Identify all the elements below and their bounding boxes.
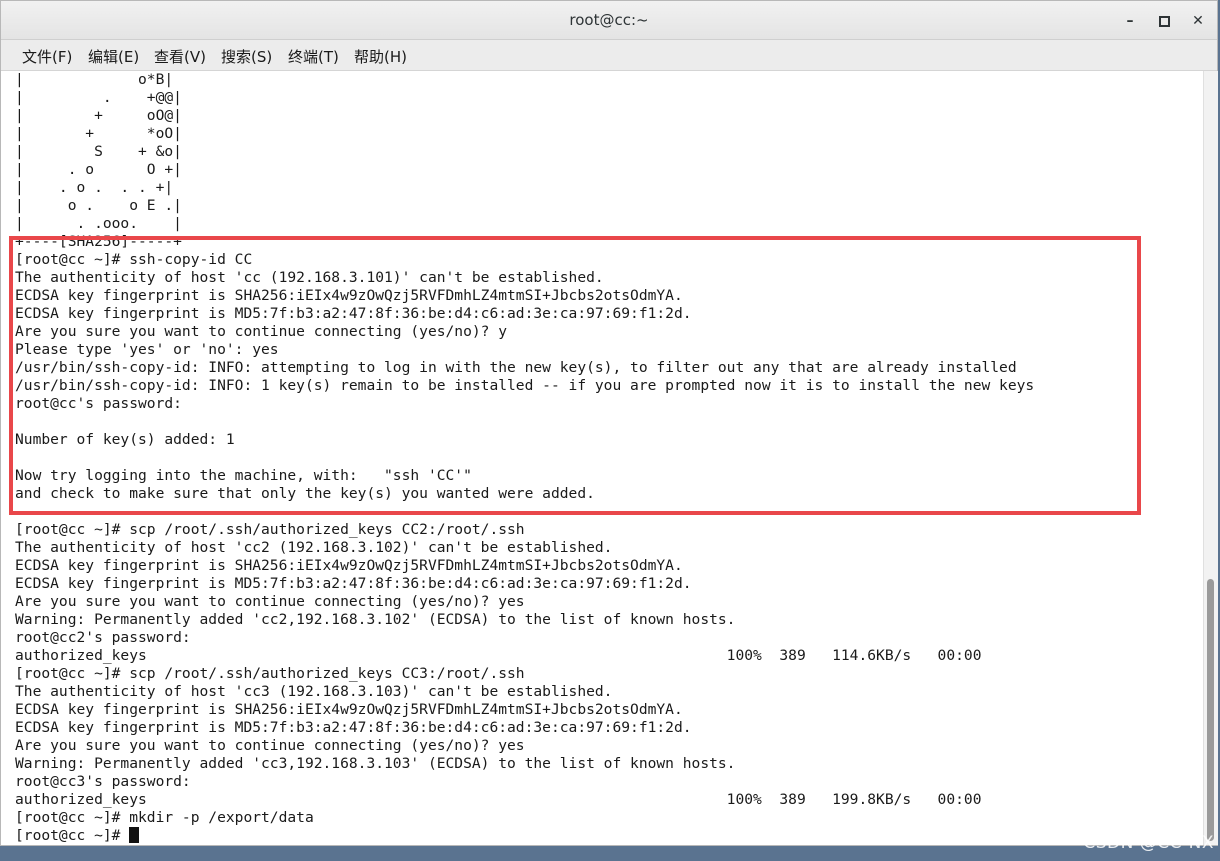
scrollbar-thumb[interactable] <box>1207 579 1214 841</box>
minimize-button[interactable]: – <box>1119 10 1141 32</box>
menu-terminal[interactable]: 终端(T) <box>288 46 339 67</box>
highlight-box <box>9 236 1141 515</box>
terminal-line: | . .ooo. | <box>15 215 182 232</box>
menu-bar: 文件(F) 编辑(E) 查看(V) 搜索(S) 终端(T) 帮助(H) <box>1 40 1217 71</box>
window-title: root@cc:~ <box>569 11 649 29</box>
terminal-line: Warning: Permanently added 'cc2,192.168.… <box>15 611 736 628</box>
terminal-line: The authenticity of host 'cc3 (192.168.3… <box>15 683 613 700</box>
menu-file[interactable]: 文件(F) <box>22 46 72 67</box>
maximize-icon <box>1158 16 1170 27</box>
terminal-line: authorized_keys 100% 389 114.6KB/s 00:00 <box>15 647 982 664</box>
terminal-line: [root@cc ~]# mkdir -p /export/data <box>15 809 314 826</box>
terminal-line: Are you sure you want to continue connec… <box>15 737 525 754</box>
terminal-line: ECDSA key fingerprint is SHA256:iEIx4w9z… <box>15 557 683 574</box>
terminal-line: | + *oO| <box>15 125 182 142</box>
terminal-line: | + oO@| <box>15 107 182 124</box>
terminal-line: [root@cc ~]# scp /root/.ssh/authorized_k… <box>15 521 525 538</box>
terminal-line: [root@cc ~]# <box>15 827 140 845</box>
menu-view[interactable]: 查看(V) <box>154 46 206 67</box>
terminal-line: | o*B| <box>15 71 174 88</box>
terminal-line: | . +@@| <box>15 89 182 106</box>
maximize-button[interactable] <box>1153 10 1175 32</box>
close-button[interactable]: ✕ <box>1187 10 1209 32</box>
terminal-line: root@cc2's password: <box>15 629 191 646</box>
menu-edit[interactable]: 编辑(E) <box>88 46 139 67</box>
terminal-line: | . o O +| <box>15 161 182 178</box>
terminal-window: root@cc:~ – ✕ 文件(F) 编辑(E) 查看(V) 搜索(S) 终端… <box>0 0 1218 846</box>
menu-search[interactable]: 搜索(S) <box>221 46 272 67</box>
terminal-line: root@cc3's password: <box>15 773 191 790</box>
terminal-line: [root@cc ~]# scp /root/.ssh/authorized_k… <box>15 665 525 682</box>
terminal-line: | . o . . . +| <box>15 179 174 196</box>
terminal-line: Warning: Permanently added 'cc3,192.168.… <box>15 755 736 772</box>
menu-help[interactable]: 帮助(H) <box>354 46 407 67</box>
terminal-line: ECDSA key fingerprint is SHA256:iEIx4w9z… <box>15 701 683 718</box>
terminal-line: | o . o E .| <box>15 197 182 214</box>
terminal-line: ECDSA key fingerprint is MD5:7f:b3:a2:47… <box>15 575 692 592</box>
text-cursor <box>129 827 140 843</box>
watermark: CSDN @CC-NX <box>1083 833 1214 853</box>
terminal-line: ECDSA key fingerprint is MD5:7f:b3:a2:47… <box>15 719 692 736</box>
terminal-line: authorized_keys 100% 389 199.8KB/s 00:00 <box>15 791 982 808</box>
terminal-line: Are you sure you want to continue connec… <box>15 593 525 610</box>
terminal-line: The authenticity of host 'cc2 (192.168.3… <box>15 539 613 556</box>
title-bar[interactable]: root@cc:~ – ✕ <box>1 1 1217 40</box>
terminal-line: | S + &o| <box>15 143 182 160</box>
